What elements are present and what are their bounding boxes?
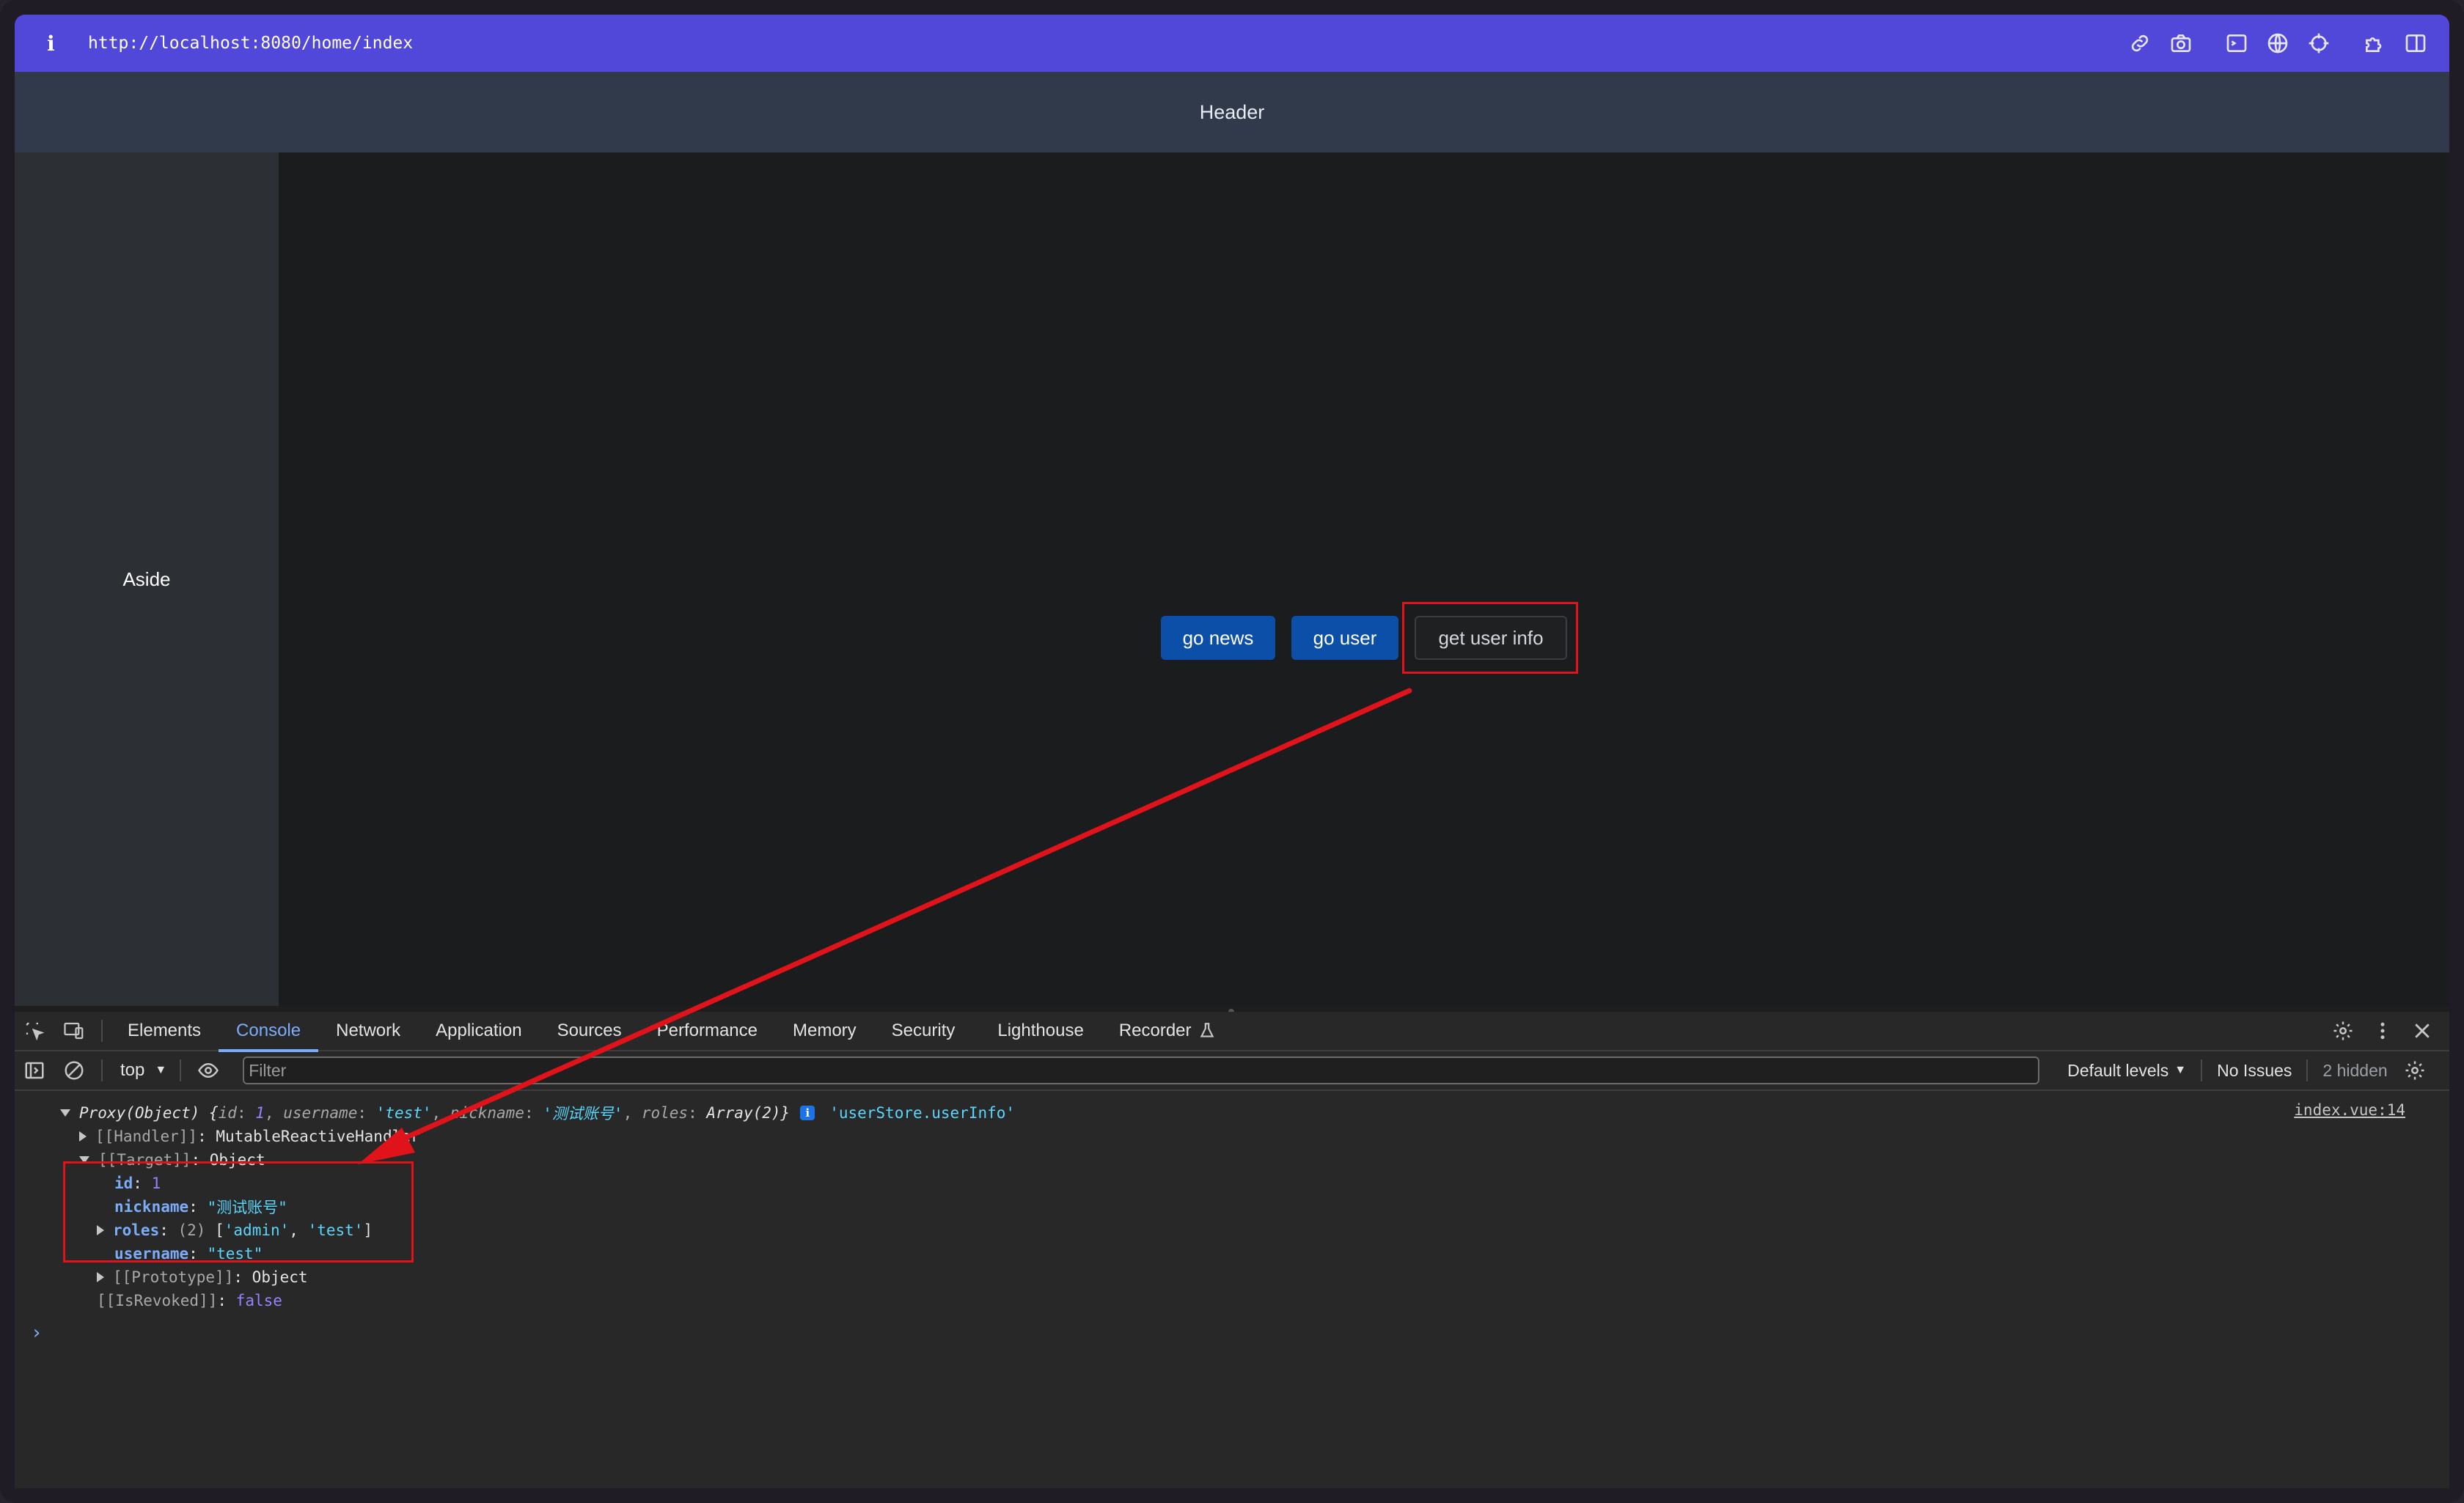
prompt-chevron-icon: › [31, 1322, 43, 1344]
inspect-element-icon[interactable] [15, 1011, 54, 1051]
console-toolbar: top ▼ Filter Default levels ▼ No Issues … [15, 1051, 2449, 1091]
settings-gear-icon[interactable] [2323, 1011, 2363, 1051]
issues-button[interactable]: No Issues [2202, 1061, 2306, 1081]
more-options-icon[interactable] [2363, 1011, 2402, 1051]
tab-console[interactable]: Console [219, 1011, 319, 1052]
site-info-icon[interactable]: i [47, 32, 76, 56]
console-filter-input[interactable]: Filter [243, 1056, 2040, 1084]
annotation-box-console [63, 1161, 414, 1263]
page-header: Header [15, 72, 2449, 152]
tree-row-prototype[interactable]: [[Prototype]]: Object [15, 1265, 2449, 1289]
log-label: 'userStore.userInfo' [829, 1104, 1016, 1122]
expand-triangle-icon[interactable] [79, 1131, 87, 1142]
page-aside: Aside [15, 152, 279, 1006]
puzzle-icon[interactable] [2354, 23, 2395, 64]
context-select[interactable]: top ▼ [120, 1060, 166, 1081]
console-output: Proxy(Object) {id: 1, username: 'test', … [15, 1091, 2449, 1345]
globe-icon[interactable] [2257, 23, 2298, 64]
chevron-down-icon: ▼ [155, 1064, 167, 1076]
chevron-down-icon: ▼ [2174, 1064, 2187, 1076]
tab-recorder-label: Recorder [1118, 1021, 1192, 1040]
split-view-icon[interactable] [2395, 23, 2436, 64]
tree-row-handler[interactable]: [[Handler]]: MutableReactiveHandler [15, 1125, 2449, 1148]
tab-application[interactable]: Application [418, 1011, 539, 1051]
device-toggle-icon[interactable] [54, 1011, 94, 1051]
go-news-button[interactable]: go news [1161, 616, 1275, 660]
expand-triangle-icon[interactable] [97, 1272, 104, 1282]
tab-performance[interactable]: Performance [639, 1011, 775, 1051]
crosshair-icon[interactable] [2298, 23, 2339, 64]
tab-elements[interactable]: Elements [110, 1011, 219, 1051]
tab-memory[interactable]: Memory [775, 1011, 874, 1051]
link-icon[interactable] [2119, 23, 2160, 64]
go-user-button[interactable]: go user [1291, 616, 1398, 660]
log-levels-dropdown[interactable]: Default levels ▼ [2053, 1061, 2201, 1081]
tab-lighthouse[interactable]: Lighthouse [980, 1011, 1101, 1051]
terminal-icon[interactable] [2216, 23, 2257, 64]
info-icon: i [800, 1106, 815, 1120]
clear-console-icon[interactable] [54, 1051, 94, 1090]
console-log-entry[interactable]: Proxy(Object) {id: 1, username: 'test', … [15, 1101, 2449, 1125]
context-select-value: top [120, 1060, 145, 1080]
annotation-box-button [1402, 602, 1578, 674]
camera-icon[interactable] [2160, 23, 2201, 64]
url-bar: i http://localhost:8080/home/index [15, 15, 2449, 72]
console-prompt[interactable]: › [15, 1321, 2449, 1345]
log-levels-label: Default levels [2067, 1060, 2169, 1080]
tab-security[interactable]: Security [874, 1011, 973, 1051]
flask-icon [1200, 1023, 1214, 1037]
source-link[interactable]: index.vue:14 [2294, 1101, 2405, 1119]
tree-row-revoked: [[IsRevoked]]: false [97, 1292, 282, 1309]
console-settings-gear-icon[interactable] [2402, 1051, 2427, 1090]
browser-window: i http://localhost:8080/home/index Heade… [0, 0, 2464, 1503]
tab-network[interactable]: Network [318, 1011, 418, 1051]
expand-triangle-icon[interactable] [60, 1109, 70, 1117]
hidden-count: 2 hidden [2322, 1060, 2388, 1080]
close-devtools-icon[interactable] [2402, 1011, 2442, 1051]
sidebar-toggle-icon[interactable] [15, 1051, 54, 1090]
tab-recorder[interactable]: Recorder [1101, 1011, 1234, 1051]
live-expression-eye-icon[interactable] [188, 1051, 228, 1090]
devtools-panel: Elements Console Network Application Sou… [15, 1012, 2449, 1488]
devtools-tabbar: Elements Console Network Application Sou… [15, 1011, 2449, 1052]
url-text[interactable]: http://localhost:8080/home/index [88, 34, 413, 53]
page-main: go news go user get user info [279, 152, 2449, 1006]
tab-sources[interactable]: Sources [540, 1011, 639, 1051]
